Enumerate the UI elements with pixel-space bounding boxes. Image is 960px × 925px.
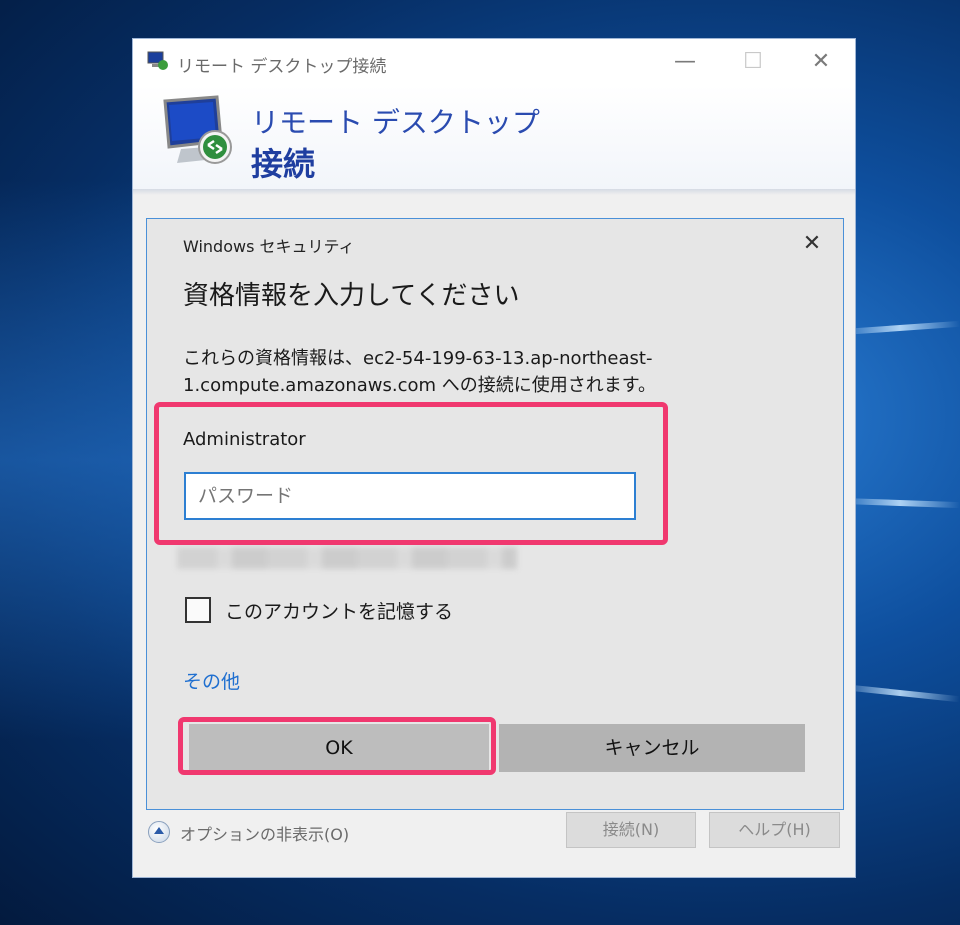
desktop-light-beam <box>839 320 960 336</box>
remember-account-checkbox[interactable] <box>185 597 211 623</box>
hide-options-link[interactable]: オプションの非表示(O) <box>180 821 349 845</box>
cancel-button[interactable]: キャンセル <box>499 724 805 772</box>
dialog-heading: 資格情報を入力してください <box>183 281 520 311</box>
desktop-glow <box>0 180 140 740</box>
collapse-options-icon[interactable] <box>148 821 170 843</box>
dialog-close-button[interactable]: ✕ <box>797 229 827 259</box>
blurred-text <box>177 547 517 569</box>
banner-title-line1: リモート デスクトップ <box>251 106 540 139</box>
banner: リモート デスクトップ 接続 <box>133 85 855 190</box>
desktop-light-beam <box>839 497 960 509</box>
highlight-ok-box <box>178 717 496 775</box>
window-title: リモート デスクトップ接続 <box>177 57 387 77</box>
dialog-description: これらの資格情報は、ec2-54-199-63-13.ap-northeast-… <box>183 348 656 396</box>
connect-button[interactable]: 接続(N) <box>566 812 696 848</box>
monitor-connect-icon <box>163 95 232 164</box>
title-bar[interactable]: リモート デスクトップ接続 — ☐ ✕ <box>133 39 855 85</box>
desktop-light-beam <box>840 683 960 703</box>
highlight-credentials-box <box>154 402 668 545</box>
remember-account-label[interactable]: このアカウントを記憶する <box>225 597 453 624</box>
dialog-title: Windows セキュリティ <box>183 237 355 256</box>
banner-title-line2: 接続 <box>251 145 316 183</box>
banner-divider <box>133 189 855 195</box>
close-button[interactable]: ✕ <box>801 47 841 77</box>
minimize-button[interactable]: — <box>665 47 705 77</box>
maximize-button[interactable]: ☐ <box>733 47 773 77</box>
more-choices-link[interactable]: その他 <box>183 667 240 694</box>
help-button[interactable]: ヘルプ(H) <box>709 812 840 848</box>
remote-desktop-icon <box>147 51 168 70</box>
